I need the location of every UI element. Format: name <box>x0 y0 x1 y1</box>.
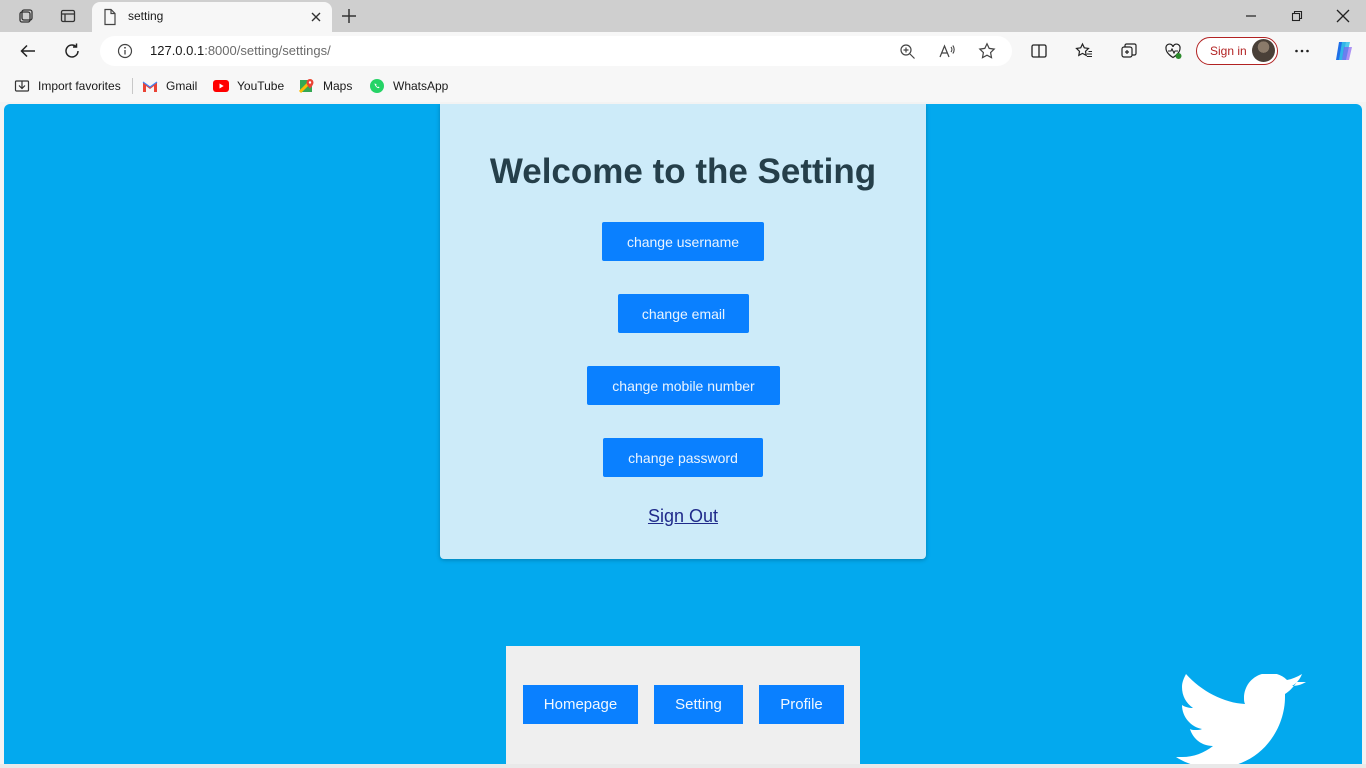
new-tab-icon[interactable] <box>336 4 362 28</box>
favorite-star-icon[interactable] <box>976 40 998 62</box>
workspaces-icon[interactable] <box>12 4 40 28</box>
sign-in-label: Sign in <box>1210 44 1247 58</box>
navigation-bar: 127.0.0.1:8000/setting/settings/ Sign in <box>0 32 1366 70</box>
settings-card: Welcome to the Setting change username c… <box>440 104 926 559</box>
tab-actions-icon[interactable] <box>54 4 82 28</box>
bookmark-label: YouTube <box>237 79 285 93</box>
close-tab-icon[interactable] <box>306 7 326 27</box>
bookmark-label: Gmail <box>166 79 198 93</box>
more-options-icon[interactable] <box>1287 36 1317 66</box>
close-window-icon[interactable] <box>1320 0 1366 32</box>
bookmark-import-favorites[interactable]: Import favorites <box>14 78 121 94</box>
twitter-bird-icon <box>1166 674 1314 764</box>
bottom-navigation: Homepage Setting Profile <box>506 646 860 764</box>
tab-title: setting <box>128 9 164 23</box>
gmail-icon <box>142 78 158 94</box>
bookmark-youtube[interactable]: YouTube <box>213 78 284 94</box>
youtube-icon <box>213 78 229 94</box>
url-path: :8000/setting/settings/ <box>204 43 331 58</box>
page-viewport: Welcome to the Setting change username c… <box>4 104 1362 764</box>
browser-essentials-icon[interactable] <box>1158 36 1188 66</box>
change-username-button[interactable]: change username <box>602 222 764 261</box>
setting-button[interactable]: Setting <box>654 685 743 724</box>
copilot-icon[interactable] <box>1329 36 1359 66</box>
collections-icon[interactable] <box>1114 36 1144 66</box>
bookmark-label: WhatsApp <box>393 79 449 93</box>
split-screen-icon[interactable] <box>1024 36 1054 66</box>
page-icon <box>102 8 118 26</box>
avatar <box>1252 39 1275 62</box>
homepage-button[interactable]: Homepage <box>523 685 638 724</box>
bookmark-whatsapp[interactable]: WhatsApp <box>369 78 448 94</box>
page-title: Welcome to the Setting <box>489 152 877 191</box>
url-host: 127.0.0.1 <box>150 43 205 58</box>
profile-button[interactable]: Profile <box>759 685 844 724</box>
favorites-icon[interactable] <box>1069 36 1099 66</box>
whatsapp-icon <box>369 78 385 94</box>
minimize-icon[interactable] <box>1228 0 1274 32</box>
refresh-icon[interactable] <box>57 36 87 66</box>
bookmarks-bar: Import favorites Gmail YouTube Maps What… <box>0 70 1366 102</box>
change-password-button[interactable]: change password <box>603 438 763 477</box>
read-aloud-icon[interactable] <box>936 40 958 62</box>
title-bar: setting <box>0 0 1366 32</box>
url-text: 127.0.0.1:8000/setting/settings/ <box>150 43 331 58</box>
horizontal-scrollbar[interactable] <box>0 764 1366 768</box>
change-email-button[interactable]: change email <box>618 294 749 333</box>
active-tab[interactable]: setting <box>92 2 332 32</box>
site-info-icon[interactable] <box>114 40 136 62</box>
maps-icon <box>299 78 315 94</box>
sign-out-link[interactable]: Sign Out <box>440 506 926 527</box>
change-mobile-number-button[interactable]: change mobile number <box>587 366 780 405</box>
back-icon[interactable] <box>13 36 43 66</box>
bookmark-label: Import favorites <box>38 79 121 93</box>
bookmark-label: Maps <box>323 79 353 93</box>
import-icon <box>14 78 30 94</box>
bookmark-separator <box>132 78 133 94</box>
bookmark-gmail[interactable]: Gmail <box>142 78 197 94</box>
sign-in-button[interactable]: Sign in <box>1196 37 1278 65</box>
address-bar[interactable]: 127.0.0.1:8000/setting/settings/ <box>100 36 1012 66</box>
zoom-icon[interactable] <box>896 40 918 62</box>
restore-icon[interactable] <box>1274 0 1320 32</box>
bookmark-maps[interactable]: Maps <box>299 78 352 94</box>
